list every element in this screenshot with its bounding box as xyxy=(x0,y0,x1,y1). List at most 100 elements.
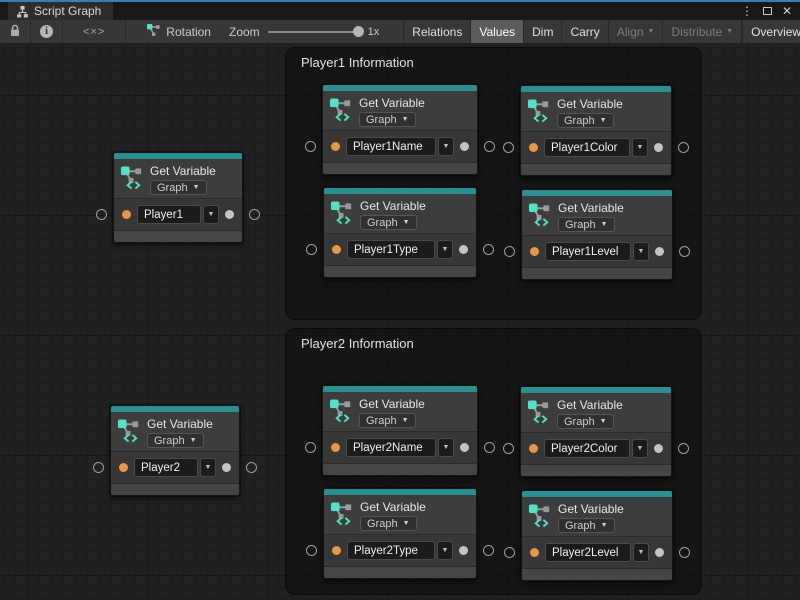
output-port-ring[interactable] xyxy=(678,443,689,454)
input-port-ring[interactable] xyxy=(96,209,107,220)
variable-name-port[interactable] xyxy=(122,210,131,219)
node-get-variable-player1[interactable]: Get Variable Graph ▼ Player1 ▼ xyxy=(113,152,243,243)
node-get-variable-player2[interactable]: Get Variable Graph ▼ Player2 ▼ xyxy=(110,405,240,496)
zoom-slider[interactable] xyxy=(268,31,360,33)
chevron-down-icon[interactable]: ▼ xyxy=(633,242,649,261)
output-port-ring[interactable] xyxy=(249,209,260,220)
variable-dropdown[interactable]: Player2Name ▼ xyxy=(346,438,454,457)
graph-kind-dropdown[interactable]: Graph ▼ xyxy=(147,433,204,448)
chevron-down-icon[interactable]: ▼ xyxy=(633,543,649,562)
graph-kind-dropdown[interactable]: Graph ▼ xyxy=(558,217,615,232)
node-get-variable-player1type[interactable]: Get Variable Graph ▼ Player1Type ▼ xyxy=(323,187,477,278)
value-output-port[interactable] xyxy=(225,210,234,219)
chevron-down-icon[interactable]: ▼ xyxy=(632,439,648,458)
chevron-down-icon[interactable]: ▼ xyxy=(438,438,454,457)
value-output-port[interactable] xyxy=(655,247,664,256)
output-port-ring[interactable] xyxy=(679,547,690,558)
zoom-slider-handle[interactable] xyxy=(353,26,364,37)
output-port-ring[interactable] xyxy=(679,246,690,257)
node-get-variable-player2level[interactable]: Get Variable Graph ▼ Player2Level ▼ xyxy=(521,490,673,581)
graph-kind-dropdown[interactable]: Graph ▼ xyxy=(558,518,615,533)
variable-dropdown[interactable]: Player2Type ▼ xyxy=(347,541,453,560)
variable-name-port[interactable] xyxy=(119,463,128,472)
value-output-port[interactable] xyxy=(655,548,664,557)
node-get-variable-player2color[interactable]: Get Variable Graph ▼ Player2Color ▼ xyxy=(520,386,672,477)
input-port-ring[interactable] xyxy=(306,545,317,556)
node-get-variable-player2name[interactable]: Get Variable Graph ▼ Player2Name ▼ xyxy=(322,385,478,476)
rotation-control[interactable]: Rotation xyxy=(136,20,221,43)
input-port-ring[interactable] xyxy=(306,244,317,255)
value-output-port[interactable] xyxy=(459,245,468,254)
group-title[interactable]: Player1 Information xyxy=(286,48,701,70)
chevron-down-icon[interactable]: ▼ xyxy=(437,541,453,560)
variable-dropdown[interactable]: Player2Level ▼ xyxy=(545,543,649,562)
input-port-ring[interactable] xyxy=(504,246,515,257)
group-title[interactable]: Player2 Information xyxy=(286,329,701,351)
window-menu-icon[interactable]: ⋮ xyxy=(740,4,754,18)
variable-name-port[interactable] xyxy=(529,143,538,152)
graph-canvas[interactable]: Player1 Information Player2 Information xyxy=(0,44,800,600)
variable-name-port[interactable] xyxy=(530,548,539,557)
variable-dropdown[interactable]: Player2Color ▼ xyxy=(544,439,648,458)
input-port-ring[interactable] xyxy=(503,142,514,153)
graph-kind-dropdown[interactable]: Graph ▼ xyxy=(359,413,416,428)
output-port-ring[interactable] xyxy=(246,462,257,473)
input-port-ring[interactable] xyxy=(503,443,514,454)
distribute-button[interactable]: Distribute ▼ xyxy=(662,20,742,43)
node-get-variable-player2type[interactable]: Get Variable Graph ▼ Player2Type ▼ xyxy=(323,488,477,579)
chevron-down-icon[interactable]: ▼ xyxy=(632,138,648,157)
variable-name-port[interactable] xyxy=(529,444,538,453)
variable-dropdown[interactable]: Player1Color ▼ xyxy=(544,138,648,157)
variables-toggle-button[interactable]: <×> xyxy=(63,20,126,43)
value-output-port[interactable] xyxy=(654,444,663,453)
output-port-ring[interactable] xyxy=(484,141,495,152)
chevron-down-icon[interactable]: ▼ xyxy=(200,458,216,477)
tab-script-graph[interactable]: Script Graph xyxy=(8,2,113,20)
variable-dropdown[interactable]: Player1Type ▼ xyxy=(347,240,453,259)
variable-dropdown[interactable]: Player1Name ▼ xyxy=(346,137,454,156)
chevron-down-icon[interactable]: ▼ xyxy=(437,240,453,259)
graph-kind-dropdown[interactable]: Graph ▼ xyxy=(150,180,207,195)
variable-name-port[interactable] xyxy=(332,546,341,555)
carry-button[interactable]: Carry xyxy=(561,20,607,43)
info-button[interactable]: i xyxy=(31,20,63,43)
output-port-ring[interactable] xyxy=(483,545,494,556)
value-output-port[interactable] xyxy=(654,143,663,152)
variable-dropdown[interactable]: Player2 ▼ xyxy=(134,458,216,477)
input-port-ring[interactable] xyxy=(305,141,316,152)
output-port-ring[interactable] xyxy=(484,442,495,453)
graph-kind-dropdown[interactable]: Graph ▼ xyxy=(360,215,417,230)
graph-kind-dropdown[interactable]: Graph ▼ xyxy=(359,112,416,127)
close-icon[interactable]: ✕ xyxy=(780,4,794,18)
input-port-ring[interactable] xyxy=(93,462,104,473)
value-output-port[interactable] xyxy=(222,463,231,472)
node-get-variable-player1name[interactable]: Get Variable Graph ▼ Player1Name ▼ xyxy=(322,84,478,175)
align-button[interactable]: Align ▼ xyxy=(608,20,663,43)
output-port-ring[interactable] xyxy=(483,244,494,255)
chevron-down-icon[interactable]: ▼ xyxy=(203,205,219,224)
values-button[interactable]: Values xyxy=(470,20,523,43)
graph-kind-dropdown[interactable]: Graph ▼ xyxy=(557,414,614,429)
graph-kind-dropdown[interactable]: Graph ▼ xyxy=(557,113,614,128)
input-port-ring[interactable] xyxy=(305,442,316,453)
value-output-port[interactable] xyxy=(460,443,469,452)
node-get-variable-player1color[interactable]: Get Variable Graph ▼ Player1Color ▼ xyxy=(520,85,672,176)
variable-name-port[interactable] xyxy=(331,443,340,452)
lock-button[interactable] xyxy=(0,20,31,43)
overview-button[interactable]: Overview xyxy=(742,20,800,43)
maximize-icon[interactable] xyxy=(760,4,774,18)
variable-name-port[interactable] xyxy=(331,142,340,151)
node-get-variable-player1level[interactable]: Get Variable Graph ▼ Player1Level ▼ xyxy=(521,189,673,280)
value-output-port[interactable] xyxy=(459,546,468,555)
variable-dropdown[interactable]: Player1 ▼ xyxy=(137,205,219,224)
variable-dropdown[interactable]: Player1Level ▼ xyxy=(545,242,649,261)
variable-name-port[interactable] xyxy=(332,245,341,254)
output-port-ring[interactable] xyxy=(678,142,689,153)
value-output-port[interactable] xyxy=(460,142,469,151)
graph-kind-dropdown[interactable]: Graph ▼ xyxy=(360,516,417,531)
variable-name-port[interactable] xyxy=(530,247,539,256)
relations-button[interactable]: Relations xyxy=(403,20,470,43)
input-port-ring[interactable] xyxy=(504,547,515,558)
dim-button[interactable]: Dim xyxy=(523,20,561,43)
chevron-down-icon[interactable]: ▼ xyxy=(438,137,454,156)
